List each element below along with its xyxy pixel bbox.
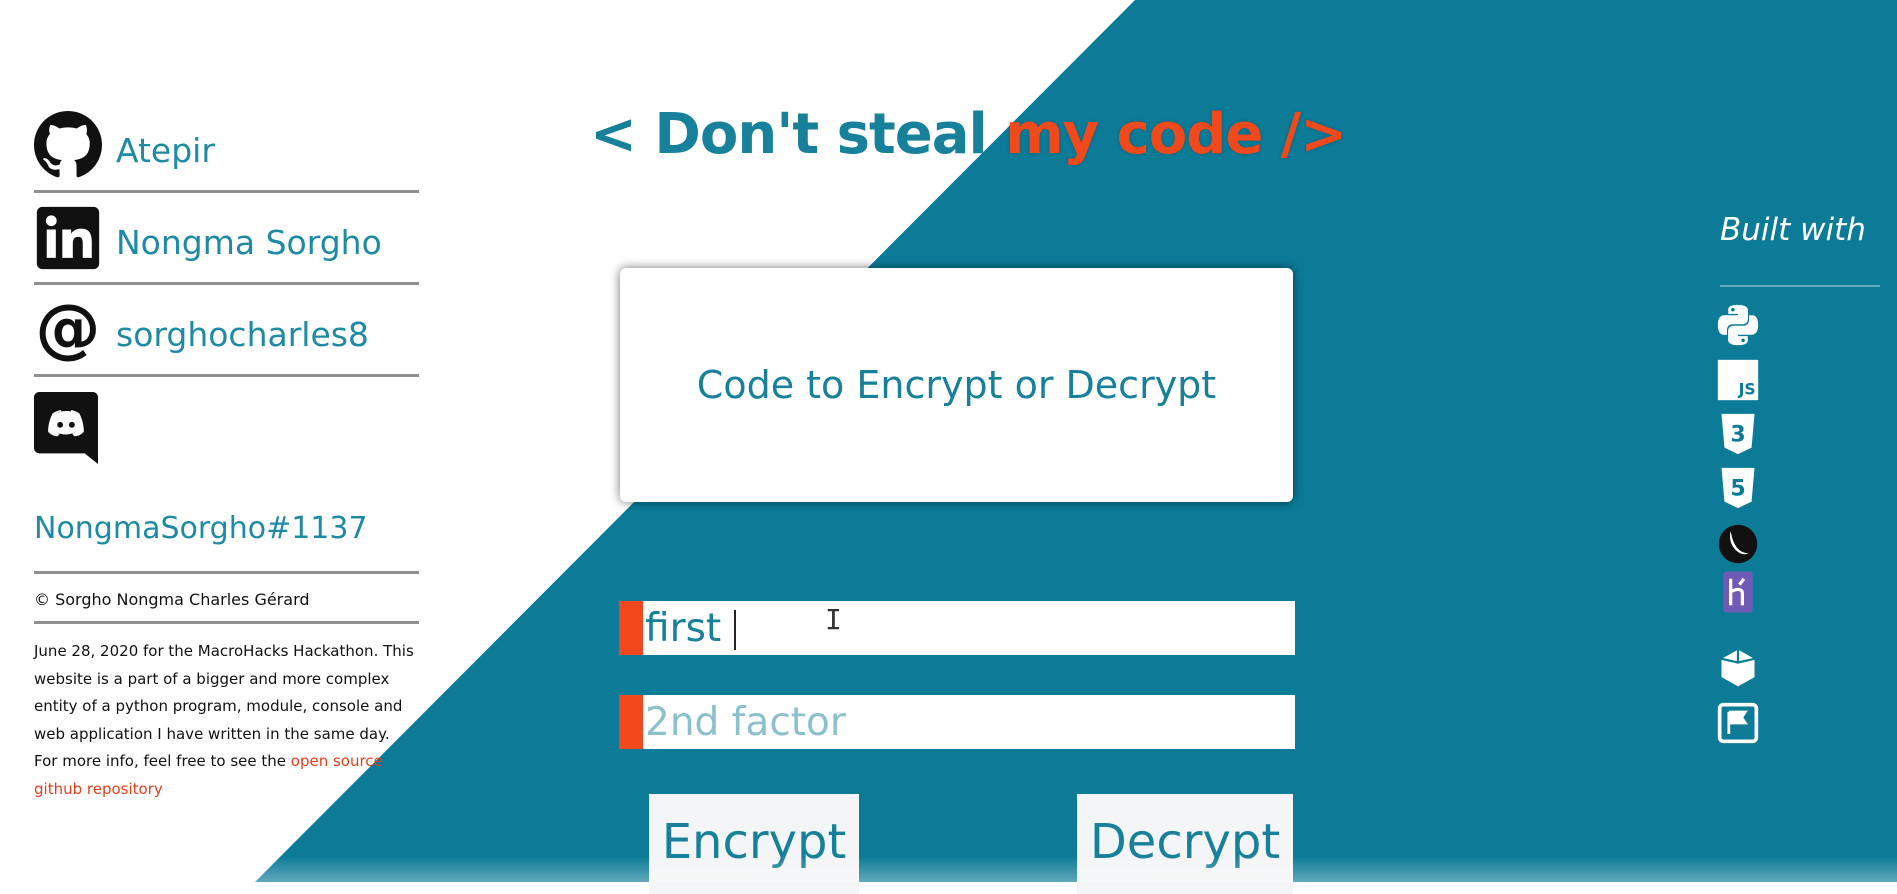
javascript-icon[interactable]: JS	[1716, 358, 1760, 402]
headline: < Don't steal my code />	[590, 102, 1347, 167]
discord-tag-link[interactable]: NongmaSorgho#1137	[34, 511, 368, 546]
first-factor-input[interactable]	[643, 601, 1295, 655]
python-icon[interactable]	[1716, 303, 1760, 347]
flask-icon[interactable]	[1716, 522, 1760, 566]
svg-text:JS: JS	[1738, 381, 1756, 399]
contact-discord: NongmaSorgho#1137	[34, 377, 419, 574]
contact-github: Atepir	[34, 100, 419, 193]
about-text: June 28, 2020 for the MacroHacks Hackath…	[34, 624, 414, 803]
css3-icon[interactable]: 3	[1716, 412, 1760, 456]
contact-sidebar: Atepir Nongma Sorgho @ sorghocharles8 No…	[34, 100, 419, 803]
github-username-link[interactable]: Atepir	[116, 131, 215, 170]
heroku-icon[interactable]	[1716, 570, 1760, 614]
at-sign-icon[interactable]: @	[34, 296, 102, 364]
built-with-title: Built with	[1720, 212, 1866, 248]
svg-text:3: 3	[1730, 422, 1745, 447]
contact-email: @ sorghocharles8	[34, 285, 419, 377]
headline-part-2: my code />	[1005, 102, 1347, 167]
contact-linkedin: Nongma Sorgho	[34, 193, 419, 285]
encrypt-button[interactable]: Encrypt	[649, 794, 859, 894]
about-body: June 28, 2020 for the MacroHacks Hackath…	[34, 642, 414, 770]
first-factor-field	[619, 601, 1295, 655]
email-handle-link[interactable]: sorghocharles8	[116, 315, 369, 354]
field-accent-bar	[619, 601, 643, 655]
code-placeholder-text: Code to Encrypt or Decrypt	[696, 363, 1217, 407]
linkedin-name-link[interactable]: Nongma Sorgho	[116, 223, 382, 262]
text-cursor-icon: I	[825, 603, 842, 636]
field-accent-bar	[619, 695, 643, 749]
codepen-icon[interactable]	[1716, 646, 1760, 690]
svg-text:@: @	[35, 296, 100, 364]
github-icon[interactable]	[34, 111, 102, 179]
brackets-icon[interactable]	[1716, 701, 1760, 745]
svg-text:5: 5	[1730, 476, 1745, 501]
html5-icon[interactable]: 5	[1716, 466, 1760, 510]
text-caret	[734, 610, 736, 650]
headline-part-1: < Don't steal	[590, 102, 1006, 167]
built-with-divider	[1720, 285, 1880, 287]
second-factor-field	[619, 695, 1295, 749]
copyright-text: © Sorgho Nongma Charles Gérard	[34, 574, 419, 624]
code-input-card[interactable]: Code to Encrypt or Decrypt	[620, 268, 1293, 502]
second-factor-input[interactable]	[643, 695, 1295, 749]
decrypt-button[interactable]: Decrypt	[1077, 794, 1293, 894]
discord-icon[interactable]	[34, 392, 98, 464]
linkedin-icon[interactable]	[34, 204, 102, 272]
